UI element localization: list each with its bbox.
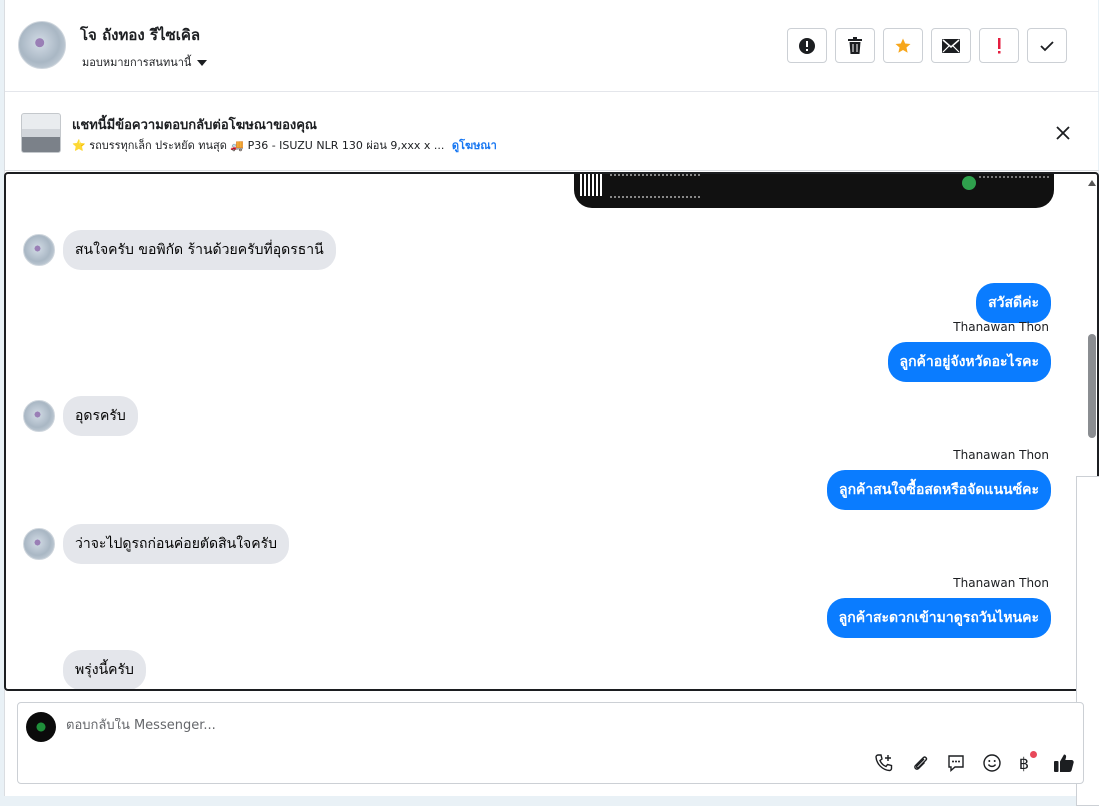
contact-avatar-small — [23, 528, 55, 560]
message-row-incoming: พรุ่งนี้ครับ — [63, 650, 146, 689]
notification-dot — [1030, 750, 1038, 758]
mark-unread-button[interactable] — [931, 28, 971, 63]
ad-notice-title: แชทนี้มีข้อความตอบกลับต่อโฆษณาของคุณ — [72, 118, 317, 133]
paperclip-icon — [914, 756, 928, 770]
contact-avatar-small — [23, 400, 55, 432]
message-bubble-incoming[interactable]: พรุ่งนี้ครับ — [63, 650, 146, 689]
message-row-incoming: อุดรครับ — [23, 396, 138, 436]
call-button[interactable] — [872, 751, 896, 775]
message-bubble-incoming[interactable]: อุดรครับ — [63, 396, 138, 436]
message-composer: ฿ — [17, 702, 1084, 784]
message-bubble-outgoing[interactable]: ลูกค้าสนใจซื้อสดหรือจัดแนนซ์คะ — [827, 470, 1051, 510]
ad-notice-subtitle: ⭐ รถบรรทุกเล็ก ประหยัด ทนสุด 🚚 P36 - ISU… — [72, 136, 497, 154]
message-bubble-outgoing[interactable]: สวัสดีค่ะ — [976, 283, 1051, 323]
chat-bubble-icon — [948, 755, 964, 773]
envelope-icon — [942, 38, 960, 53]
composer-tools: ฿ — [872, 750, 1076, 775]
spam-button[interactable] — [979, 28, 1019, 63]
caret-down-icon — [197, 59, 208, 66]
conversation-header: โจ ถังทอง รีไซเคิล มอบหมายการสนทนานี้ — [5, 0, 1099, 92]
star-button[interactable] — [883, 28, 923, 63]
dealer-logo-icon — [962, 176, 976, 190]
exclamation-icon — [998, 37, 1001, 53]
star-icon — [895, 38, 911, 53]
contact-avatar-small — [23, 234, 55, 266]
header-actions — [787, 28, 1067, 63]
message-bubble-outgoing[interactable]: ลูกค้าอยู่จังหวัดอะไรคะ — [887, 342, 1051, 382]
view-ad-link[interactable]: ดูโฆษณา — [452, 139, 497, 152]
close-icon[interactable] — [1056, 126, 1070, 140]
message-bubble-incoming[interactable]: ว่าจะไปดูรถก่อนค่อยตัดสินใจครับ — [63, 524, 290, 564]
thumbs-up-icon — [1054, 754, 1074, 772]
message-row-incoming: ว่าจะไปดูรถก่อนค่อยตัดสินใจครับ — [23, 524, 290, 564]
page-avatar — [26, 712, 56, 742]
mark-done-button[interactable] — [1027, 28, 1067, 63]
ad-dealer-text — [979, 176, 1049, 190]
ad-image-attachment[interactable] — [574, 174, 1054, 208]
sender-name: Thanawan Thon — [953, 320, 1049, 334]
like-button[interactable] — [1052, 751, 1076, 775]
delete-button[interactable] — [835, 28, 875, 63]
ad-thumbnail[interactable] — [21, 113, 61, 153]
check-icon — [1040, 40, 1054, 51]
trash-icon — [848, 36, 862, 54]
scrollbar-thumb[interactable] — [1088, 334, 1096, 438]
message-thread[interactable]: สนใจครับ ขอพิกัด ร้านด้วยครับที่อุดรธานี… — [4, 172, 1099, 691]
emoji-button[interactable] — [980, 751, 1004, 775]
baht-icon: ฿ — [1018, 753, 1030, 773]
ad-contact-details — [610, 174, 700, 198]
scroll-up-arrow-icon[interactable] — [1088, 180, 1096, 186]
message-bubble-incoming[interactable]: สนใจครับ ขอพิกัด ร้านด้วยครับที่อุดรธานี — [63, 230, 336, 270]
alert-circle-icon — [799, 37, 815, 54]
saved-replies-button[interactable] — [944, 751, 968, 775]
reply-input[interactable] — [66, 718, 866, 733]
message-row-incoming: สนใจครับ ขอพิกัด ร้านด้วยครับที่อุดรธานี — [23, 230, 336, 270]
attach-button[interactable] — [908, 751, 932, 775]
sender-name: Thanawan Thon — [953, 576, 1049, 590]
ad-description: ⭐ รถบรรทุกเล็ก ประหยัด ทนสุด 🚚 P36 - ISU… — [72, 139, 445, 152]
qr-code-image — [580, 174, 602, 196]
phone-plus-icon — [875, 754, 893, 772]
message-bubble-outgoing[interactable]: ลูกค้าสะดวกเข้ามาดูรถวันไหนคะ — [826, 598, 1051, 638]
assign-conversation-dropdown[interactable]: มอบหมายการสนทนานี้ — [82, 53, 208, 71]
payment-button[interactable]: ฿ — [1016, 750, 1040, 775]
ad-reply-notice: แชทนี้มีข้อความตอบกลับต่อโฆษณาของคุณ ⭐ ร… — [5, 93, 1099, 171]
contact-name[interactable]: โจ ถังทอง รีไซเคิล — [80, 23, 200, 47]
contact-avatar[interactable] — [18, 21, 66, 69]
report-button[interactable] — [787, 28, 827, 63]
smiley-icon — [983, 754, 1001, 772]
assign-label: มอบหมายการสนทนานี้ — [82, 56, 192, 69]
sender-name: Thanawan Thon — [953, 448, 1049, 462]
